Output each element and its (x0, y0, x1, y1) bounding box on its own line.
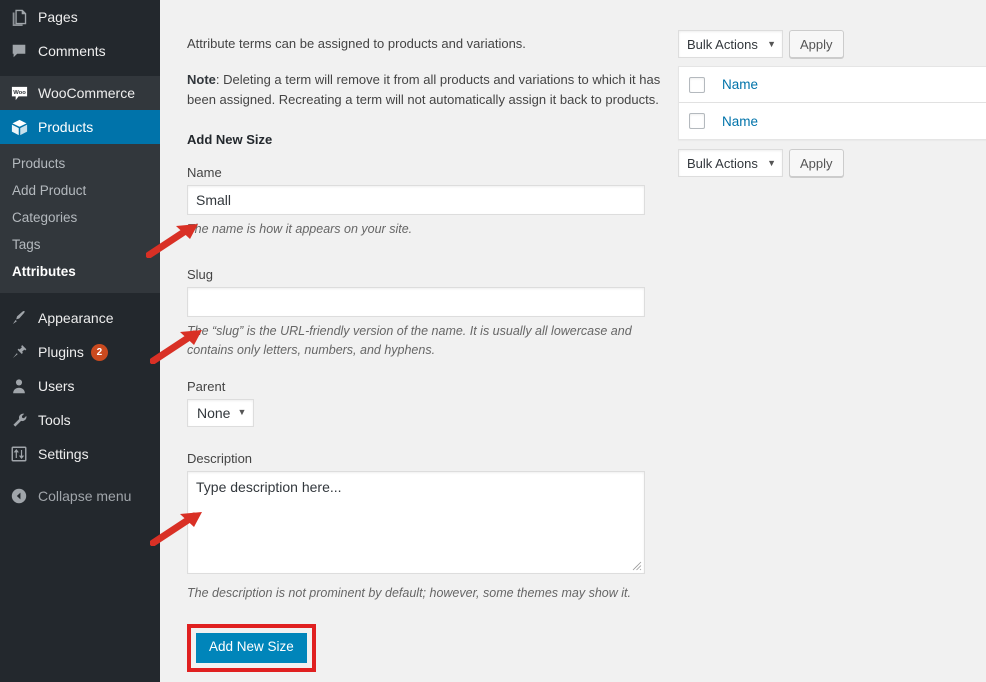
apply-button-bottom[interactable]: Apply (789, 149, 844, 177)
sidebar-item-tools[interactable]: Tools (0, 403, 160, 437)
sidebar-item-label: WooCommerce (38, 85, 135, 101)
sidebar-divider (0, 68, 160, 76)
apply-button-top[interactable]: Apply (789, 30, 844, 58)
chevron-down-icon: ▼ (767, 39, 776, 49)
slug-input[interactable] (187, 287, 645, 318)
sidebar-top-group: Pages Comments Woo WooCommerce Products … (0, 0, 168, 513)
wordpress-admin-screen: Pages Comments Woo WooCommerce Products … (0, 0, 986, 682)
submenu-item-attributes[interactable]: Attributes (0, 258, 160, 285)
name-help-text: The name is how it appears on your site. (187, 222, 413, 237)
terms-table: Name Name (678, 66, 986, 140)
note-paragraph: Note: Deleting a term will remove it fro… (187, 54, 679, 110)
sidebar-divider-3 (0, 471, 160, 479)
svg-text:Woo: Woo (13, 90, 26, 96)
plug-icon (10, 342, 36, 362)
field-name: Name The name is how it appears on your … (187, 147, 679, 239)
products-box-icon (10, 117, 36, 137)
description-help-text: The description is not prominent by defa… (187, 585, 631, 600)
plugins-update-badge: 2 (90, 343, 108, 361)
submenu-item-add-product[interactable]: Add Product (0, 177, 160, 204)
sidebar-divider-2 (0, 293, 160, 301)
sidebar-item-collapse-menu[interactable]: Collapse menu (0, 479, 160, 513)
description-wrapper (187, 470, 645, 574)
bulk-actions-row-bottom: Bulk Actions ▼ Apply (678, 149, 986, 177)
bulk-actions-select-top[interactable]: Bulk Actions ▼ (678, 30, 783, 58)
bulk-actions-value: Bulk Actions (687, 155, 758, 171)
sidebar-submenu-products: Products Add Product Categories Tags Att… (0, 144, 160, 293)
bulk-actions-row-top: Bulk Actions ▼ Apply (678, 30, 986, 58)
terms-list-column: Bulk Actions ▼ Apply Name Name Bulk Acti… (678, 30, 986, 177)
submit-highlight-box: Add New Size (187, 624, 316, 672)
bulk-actions-select-bottom[interactable]: Bulk Actions ▼ (678, 149, 783, 177)
admin-sidebar: Pages Comments Woo WooCommerce Products … (0, 0, 168, 682)
note-text: : Deleting a term will remove it from al… (187, 72, 661, 108)
name-input[interactable] (187, 185, 645, 216)
term-name-link[interactable]: Name (722, 77, 758, 92)
term-name-link[interactable]: Name (722, 114, 758, 129)
add-term-form-column: Attribute terms can be assigned to produ… (187, 0, 679, 672)
field-description: Description The description is not promi… (187, 427, 679, 603)
sidebar-item-label: Pages (38, 9, 78, 25)
sidebar-item-label: Appearance (38, 310, 114, 326)
table-row[interactable]: Name (679, 103, 986, 139)
slug-label: Slug (187, 267, 214, 283)
parent-select[interactable]: None ▼ (187, 398, 255, 427)
sidebar-item-label: Users (38, 378, 75, 394)
row-checkbox[interactable] (689, 76, 705, 93)
parent-select-value: None (197, 404, 231, 421)
main-content: Attribute terms can be assigned to produ… (160, 0, 986, 682)
pages-icon (10, 7, 36, 27)
sidebar-item-plugins[interactable]: Plugins 2 (0, 335, 160, 369)
sidebar-item-label: Collapse menu (38, 488, 132, 504)
submenu-item-products[interactable]: Products (0, 150, 160, 177)
field-slug: Slug The “slug” is the URL-friendly vers… (187, 239, 679, 360)
row-checkbox[interactable] (689, 113, 705, 129)
field-parent: Parent None ▼ (187, 360, 679, 427)
sidebar-item-products[interactable]: Products (0, 110, 168, 144)
page-title: Add New Size (187, 132, 273, 148)
intro-paragraph: Attribute terms can be assigned to produ… (187, 36, 526, 51)
wrench-icon (10, 410, 36, 430)
chevron-down-icon: ▼ (237, 407, 247, 418)
sidebar-item-label: Products (38, 119, 94, 135)
sidebar-item-label: Settings (38, 446, 89, 462)
description-textarea[interactable] (187, 470, 645, 574)
sidebar-item-label: Plugins (38, 344, 84, 360)
sidebar-item-settings[interactable]: Settings (0, 437, 160, 471)
sidebar-item-users[interactable]: Users (0, 369, 160, 403)
bulk-actions-value: Bulk Actions (687, 36, 758, 52)
add-new-size-button[interactable]: Add New Size (196, 633, 307, 663)
slug-help-text: The “slug” is the URL-friendly version o… (187, 324, 632, 357)
name-label: Name (187, 165, 222, 181)
sidebar-item-label: Comments (38, 43, 106, 59)
submenu-item-tags[interactable]: Tags (0, 231, 160, 258)
sidebar-item-woocommerce[interactable]: Woo WooCommerce (0, 76, 160, 110)
sidebar-item-appearance[interactable]: Appearance (0, 301, 160, 335)
note-label: Note (187, 72, 216, 88)
chevron-down-icon: ▼ (767, 158, 776, 168)
table-row[interactable]: Name (679, 67, 986, 103)
woocommerce-icon: Woo (10, 83, 36, 103)
sidebar-item-label: Tools (38, 412, 71, 428)
sidebar-item-pages[interactable]: Pages (0, 0, 160, 34)
description-label: Description (187, 450, 253, 466)
comments-icon (10, 41, 36, 61)
sliders-icon (10, 444, 36, 464)
collapse-arrow-icon (10, 486, 36, 506)
paintbrush-icon (10, 308, 36, 328)
sidebar-item-comments[interactable]: Comments (0, 34, 160, 68)
submenu-item-categories[interactable]: Categories (0, 204, 160, 231)
parent-label: Parent (187, 378, 226, 394)
user-icon (10, 376, 36, 396)
